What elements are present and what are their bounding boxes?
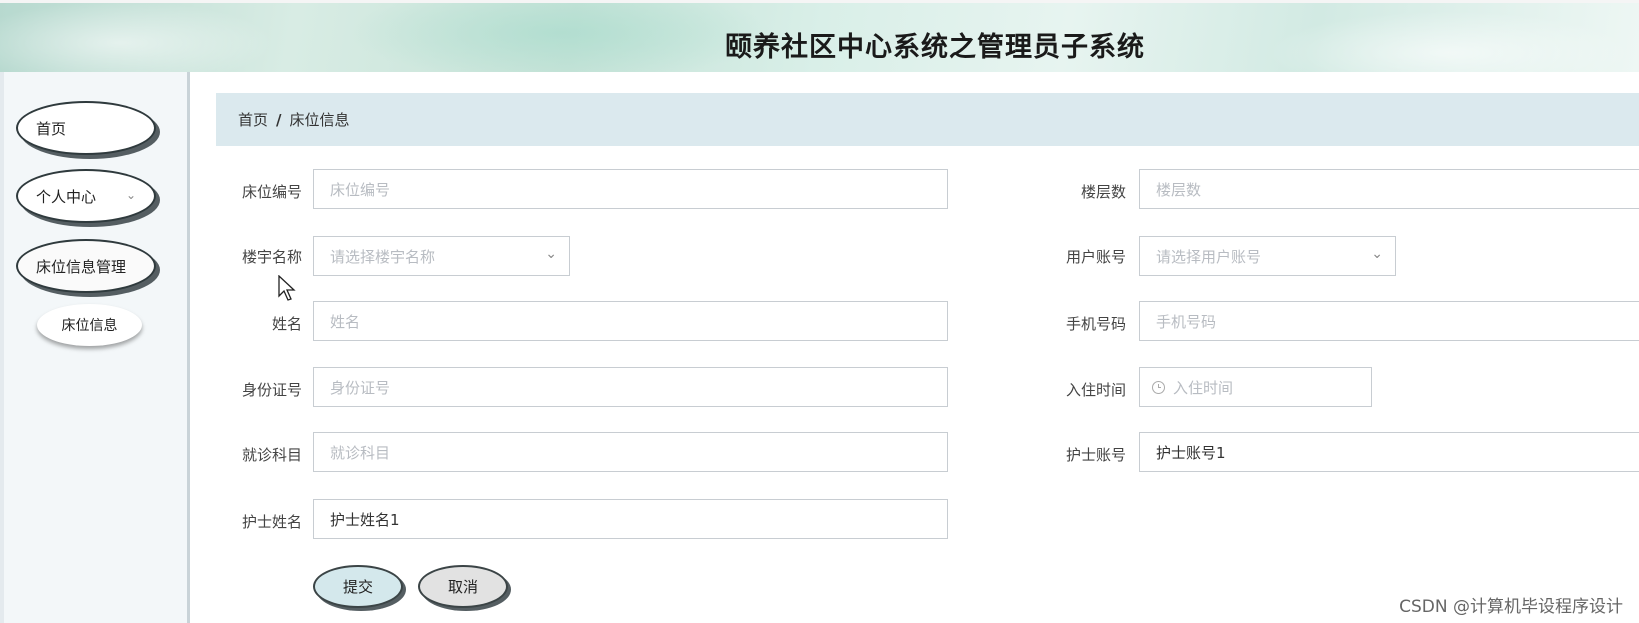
nurse-account-input[interactable]: 护士账号1 (1139, 432, 1639, 472)
checkin-time-label: 入住时间 (1065, 381, 1126, 399)
watermark: CSDN @计算机毕设程序设计 (1399, 597, 1623, 617)
chevron-down-icon: ⌄ (545, 246, 557, 262)
nurse-account-label: 护士账号 (1065, 446, 1126, 464)
id-number-placeholder: 身份证号 (330, 378, 391, 397)
nurse-name-value: 护士姓名1 (330, 510, 400, 529)
phone-label: 手机号码 (1065, 315, 1126, 333)
bed-no-label: 床位编号 (241, 183, 302, 201)
user-account-placeholder: 请选择用户账号 (1156, 247, 1262, 266)
floors-label: 楼层数 (1080, 183, 1126, 201)
breadcrumb: 首页 / 床位信息 (216, 93, 1639, 146)
chevron-down-icon: ⌄ (1371, 246, 1383, 262)
nurse-name-input[interactable]: 护士姓名1 (313, 499, 948, 539)
breadcrumb-separator: / (276, 110, 282, 129)
bed-no-placeholder: 床位编号 (330, 180, 391, 199)
id-number-input[interactable]: 身份证号 (313, 367, 948, 407)
sidebar-item-label: 个人中心 (36, 187, 97, 206)
chevron-down-icon: ⌄ (125, 188, 136, 202)
name-input[interactable]: 姓名 (313, 301, 948, 341)
department-label: 就诊科目 (241, 446, 302, 464)
floors-input[interactable]: 楼层数 (1139, 169, 1639, 209)
name-label: 姓名 (271, 315, 302, 333)
floors-placeholder: 楼层数 (1156, 180, 1202, 199)
mouse-cursor-icon (278, 275, 296, 301)
checkin-time-placeholder: 入住时间 (1173, 378, 1234, 397)
building-select[interactable]: 请选择楼宇名称 ⌄ (313, 236, 570, 276)
page-header: 颐养社区中心系统之管理员子系统 (0, 0, 1639, 72)
department-placeholder: 就诊科目 (330, 443, 391, 462)
breadcrumb-current: 床位信息 (289, 111, 350, 129)
submit-button[interactable]: 提交 (313, 565, 403, 608)
clock-icon (1152, 380, 1165, 394)
sidebar-edge (0, 72, 4, 623)
nurse-account-value: 护士账号1 (1156, 443, 1226, 462)
cancel-button[interactable]: 取消 (418, 565, 508, 608)
sidebar-item-label: 床位信息管理 (36, 257, 127, 276)
phone-input[interactable]: 手机号码 (1139, 301, 1639, 341)
user-account-label: 用户账号 (1065, 248, 1126, 266)
sidebar-subitem-label: 床位信息 (61, 318, 118, 334)
building-placeholder: 请选择楼宇名称 (330, 247, 436, 266)
nurse-name-label: 护士姓名 (241, 513, 302, 531)
checkin-time-picker[interactable]: 入住时间 (1139, 367, 1372, 407)
id-number-label: 身份证号 (241, 381, 302, 399)
name-placeholder: 姓名 (330, 312, 361, 331)
breadcrumb-home[interactable]: 首页 (238, 109, 268, 130)
user-account-select[interactable]: 请选择用户账号 ⌄ (1139, 236, 1396, 276)
sidebar-subitem-bed-info[interactable]: 床位信息 (37, 304, 142, 346)
sidebar-item-label: 首页 (36, 119, 67, 138)
department-input[interactable]: 就诊科目 (313, 432, 948, 472)
sidebar-item-home[interactable]: 首页 (16, 101, 156, 155)
sidebar-item-bed-management[interactable]: 床位信息管理 (16, 239, 156, 293)
system-title: 颐养社区中心系统之管理员子系统 (725, 32, 1145, 63)
building-label: 楼宇名称 (241, 248, 302, 266)
sidebar-item-personal-center[interactable]: 个人中心 ⌄ (16, 169, 156, 223)
phone-placeholder: 手机号码 (1156, 312, 1217, 331)
bed-no-input[interactable]: 床位编号 (313, 169, 948, 209)
